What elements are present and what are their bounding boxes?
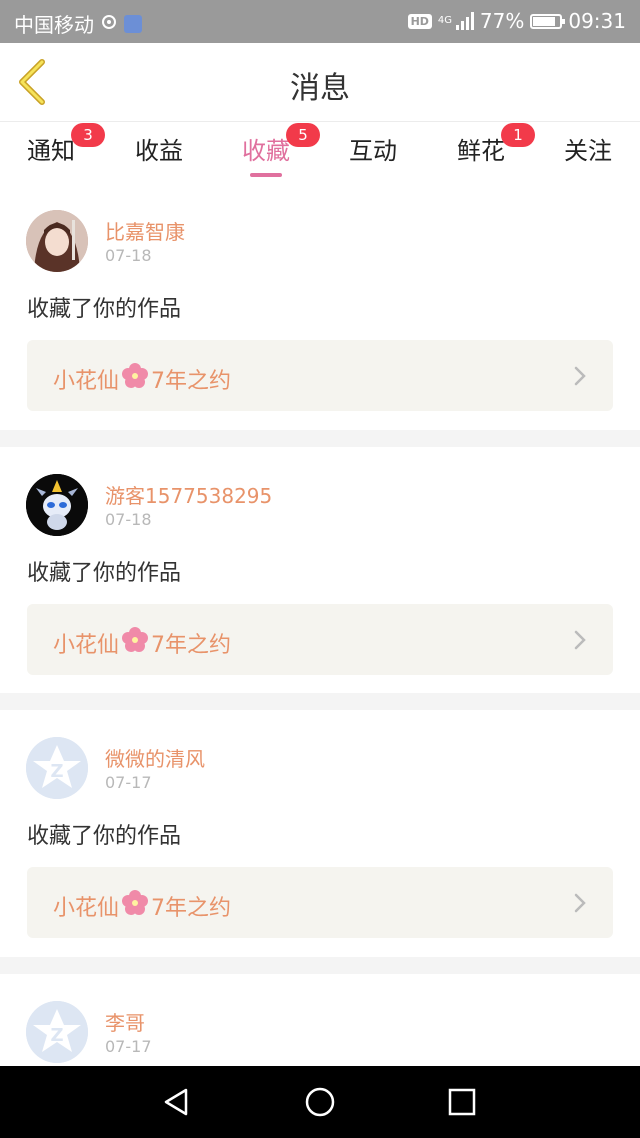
tab-earnings[interactable]: 收益 [135,131,183,166]
message-card: Z 李哥 07-17 [0,974,640,1066]
username[interactable]: 游客1577538295 [105,480,272,509]
message-date: 07-17 [105,1037,152,1056]
tab-flowers[interactable]: 鲜花 1 [457,123,535,166]
avatar[interactable]: Z [26,1001,88,1063]
tab-favorites[interactable]: 收藏 5 [242,123,320,177]
work-title-part: 小花仙 [53,896,120,921]
system-nav-bar [0,1066,640,1138]
shield-icon [124,14,142,33]
message-action: 收藏了你的作品 [27,297,182,322]
back-triangle-icon[interactable] [160,1086,192,1118]
work-link[interactable]: 小花仙 7年之约 [27,340,613,411]
tab-bar: 通知 3 收益 收藏 5 互动 鲜花 1 关注 [0,121,640,181]
battery-icon [530,13,566,29]
home-circle-icon[interactable] [304,1086,336,1118]
tab-badge: 1 [501,123,535,147]
divider [0,693,640,710]
work-link[interactable]: 小花仙 7年之约 [27,867,613,938]
avatar[interactable]: Z [26,737,88,799]
message-date: 07-17 [105,773,152,792]
tab-interaction[interactable]: 互动 [349,131,397,166]
tab-follow[interactable]: 关注 [564,131,612,166]
tab-label: 收藏 [242,137,290,165]
divider [0,430,640,447]
active-tab-indicator [250,173,282,177]
username[interactable]: 微微的清风 [105,743,205,772]
message-date: 07-18 [105,246,152,265]
sakura-icon [121,889,149,923]
tab-label: 通知 [27,137,75,165]
tab-label: 收益 [135,137,183,165]
svg-text:Z: Z [50,1025,63,1046]
sakura-icon [121,362,149,396]
tab-badge: 3 [71,123,105,147]
chevron-right-icon [574,630,586,650]
chevron-right-icon [574,366,586,386]
avatar[interactable] [26,210,88,272]
recents-square-icon[interactable] [446,1086,478,1118]
username[interactable]: 比嘉智康 [105,216,185,245]
tab-badge: 5 [286,123,320,147]
network-type: 4G [437,15,453,26]
tab-notice[interactable]: 通知 3 [27,123,105,166]
avatar[interactable] [26,474,88,536]
chevron-right-icon [574,893,586,913]
divider [0,957,640,974]
status-bar: 中国移动 HD 4G 77% 09:31 [0,0,640,43]
app-header: 消息 [0,43,640,122]
username[interactable]: 李哥 [105,1007,145,1036]
carrier-label: 中国移动 [14,13,94,37]
svg-text:Z: Z [50,761,63,782]
message-date: 07-18 [105,510,152,529]
tab-label: 鲜花 [457,137,505,165]
sync-icon [100,12,118,36]
work-title-part: 7年之约 [151,896,232,921]
work-title-part: 小花仙 [53,369,120,394]
hd-badge: HD [407,13,432,29]
message-card: Z 微微的清风 07-17 收藏了你的作品 小花仙 7年之约 [0,710,640,957]
message-card: 游客1577538295 07-18 收藏了你的作品 小花仙 7年之约 [0,447,640,693]
work-title-part: 小花仙 [53,633,120,658]
tab-label: 关注 [564,137,612,165]
battery-percent: 77% [479,9,525,33]
work-link[interactable]: 小花仙 7年之约 [27,604,613,675]
page-title: 消息 [290,71,350,106]
work-title-part: 7年之约 [151,369,232,394]
signal-icon [455,12,474,30]
clock: 09:31 [568,9,626,33]
message-action: 收藏了你的作品 [27,824,182,849]
message-card: 比嘉智康 07-18 收藏了你的作品 小花仙 7年之约 [0,181,640,430]
work-title-part: 7年之约 [151,633,232,658]
message-action: 收藏了你的作品 [27,561,182,586]
tab-label: 互动 [349,137,397,165]
sakura-icon [121,626,149,660]
